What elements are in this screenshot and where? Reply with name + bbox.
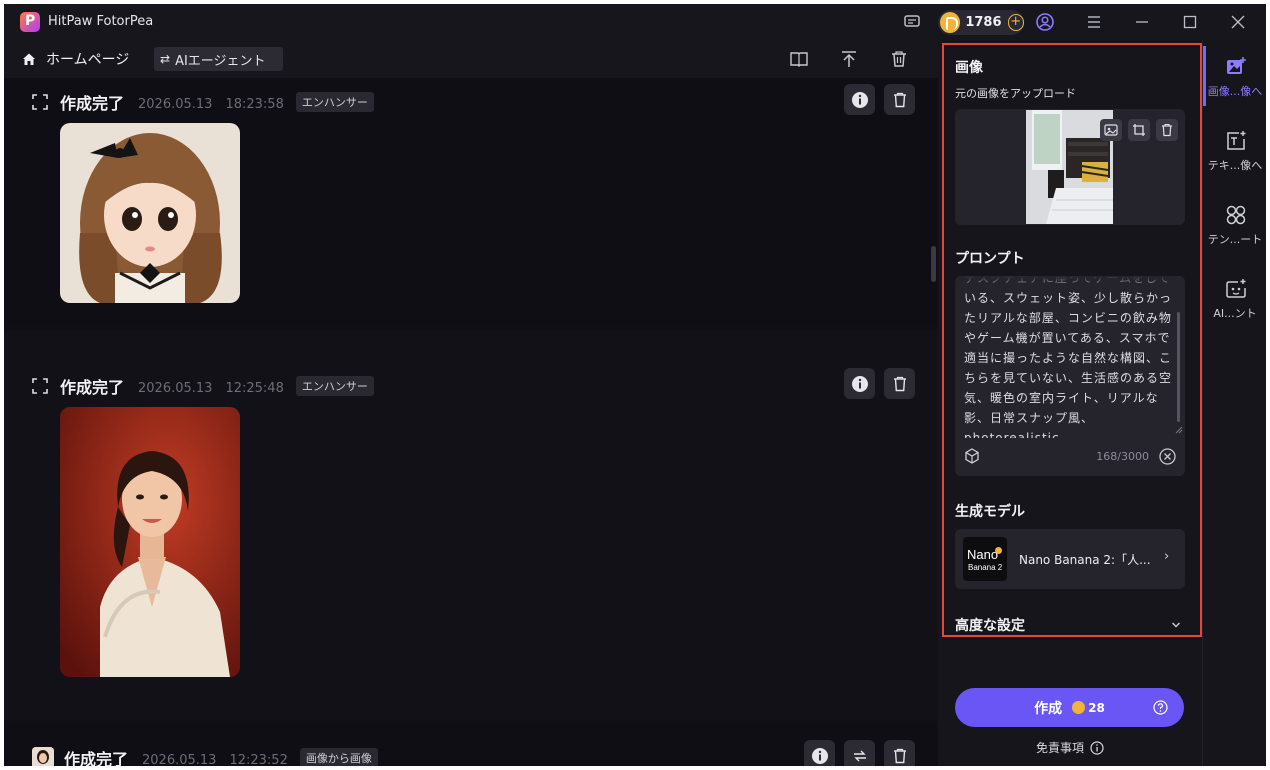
generate-label: 作成 [1034, 700, 1063, 717]
coin-icon [940, 12, 961, 33]
chevron-down-icon[interactable] [1171, 620, 1181, 630]
info-button[interactable] [844, 368, 875, 399]
sidebar-item-template[interactable]: テン...ート [1203, 194, 1266, 264]
history-area: ホームページ ⇄ AIエージェント 作成完了 2026.05.13 18:23:… [4, 40, 938, 766]
replace-image-icon[interactable] [1100, 119, 1122, 141]
generated-image-portrait[interactable] [60, 407, 240, 677]
prompt-enhance-icon[interactable] [964, 448, 980, 464]
card-thumbnail [32, 747, 54, 766]
card-tag: エンハンサー [295, 92, 374, 112]
model-section-title: 生成モデル [955, 504, 1025, 520]
home-link[interactable]: ホームページ [22, 49, 129, 69]
ai-agent-button[interactable]: ⇄ AIエージェント [154, 47, 283, 71]
settings-panel: 画像 元の画像をアップロード プロンプト いる、スウェット姿、少し散らかったリア… [938, 40, 1202, 766]
prompt-fade [955, 276, 1185, 290]
info-button[interactable] [804, 740, 835, 766]
prompt-footer: 168/3000 [955, 426, 1185, 476]
text-image-icon [1227, 131, 1246, 150]
model-selector[interactable]: Nano Banana 2 Nano Banana 2:「人... › [955, 529, 1185, 589]
app-title: HitPaw FotorPea [48, 14, 154, 29]
info-icon [1090, 740, 1104, 755]
model-logo-dot [995, 547, 1002, 554]
history-scrollbar[interactable] [931, 246, 936, 282]
ai-agent-label: AIエージェント [175, 53, 266, 69]
prompt-char-count: 168/3000 [1096, 450, 1149, 463]
title-bar: HitPaw FotorPea 1786 + [4, 4, 1266, 40]
history-card: 作成完了 2026.05.13 12:25:48 エンハンサー [4, 330, 938, 720]
crop-icon[interactable] [1128, 119, 1150, 141]
scroll-top-icon[interactable] [838, 48, 860, 70]
history-card: 作成完了 2026.05.13 12:23:52 画像から画像 [4, 724, 938, 766]
remove-image-icon[interactable] [1156, 119, 1178, 141]
add-credits-icon[interactable]: + [1007, 14, 1024, 31]
card-status: 作成完了 [60, 94, 125, 113]
card-tag: エンハンサー [295, 376, 374, 396]
minimize-icon[interactable] [1132, 12, 1152, 32]
generate-cost: 28 [1088, 700, 1105, 715]
home-icon [22, 52, 36, 66]
history-card: 作成完了 2026.05.13 18:23:58 エンハンサー [4, 78, 938, 326]
sidebar-item-image-to-image[interactable]: 画像...像へ [1203, 46, 1266, 116]
expand-icon[interactable] [32, 94, 48, 110]
model-logo-subtext: Banana 2 [968, 563, 1003, 572]
card-tag: 画像から画像 [299, 748, 378, 766]
generated-image-doll[interactable] [60, 123, 240, 303]
app-window: HitPaw FotorPea 1786 + [4, 4, 1266, 766]
home-label: ホームページ [46, 52, 130, 68]
prompt-textarea[interactable]: デスクチェアに座ってゲームをしている、スウェット姿、少し散らかったリアルな部屋、… [955, 276, 1185, 476]
sidebar-item-label: AI...ント [1213, 307, 1257, 320]
upload-area[interactable] [955, 109, 1185, 225]
close-icon[interactable] [1228, 12, 1248, 32]
generate-button[interactable]: 作成 28 [955, 688, 1184, 727]
disclaimer-link[interactable]: 免責事項 [1036, 739, 1104, 756]
sidebar-item-label: テキ...像へ [1207, 159, 1263, 172]
model-logo-text: Nano [967, 547, 999, 562]
card-status: 作成完了 [60, 378, 125, 397]
expand-icon[interactable] [32, 378, 48, 394]
guide-book-icon[interactable] [788, 48, 810, 70]
prompt-section-title: プロンプト [955, 251, 1025, 267]
feedback-icon[interactable] [902, 12, 922, 32]
app-logo-icon [20, 12, 40, 32]
menu-icon[interactable] [1084, 12, 1104, 32]
model-logo: Nano Banana 2 [963, 537, 1007, 581]
sidebar-item-label: 画像...像へ [1207, 85, 1263, 98]
sidebar-item-ai-agent[interactable]: AI...ント [1203, 268, 1266, 338]
prompt-text: デスクチェアに座ってゲームをしている、スウェット姿、少し散らかったリアルな部屋、… [964, 276, 1173, 445]
credits-count: 1786 [965, 15, 1002, 30]
help-icon[interactable] [1153, 700, 1168, 715]
tool-sidebar: 画像...像へ テキ...像へ テン...ート AI...ント [1202, 40, 1266, 766]
credits-badge[interactable]: 1786 + [938, 10, 1024, 35]
nav-bar: ホームページ ⇄ AIエージェント [4, 40, 938, 78]
upload-subtitle: 元の画像をアップロード [955, 87, 1076, 100]
info-button[interactable] [844, 84, 875, 115]
coin-icon [1072, 701, 1086, 714]
card-timestamp: 2026.05.13 18:23:58 [138, 96, 284, 112]
advanced-settings-title[interactable]: 高度な設定 [955, 615, 1025, 635]
sidebar-item-label: テン...ート [1207, 233, 1263, 246]
resize-handle-icon[interactable] [1175, 426, 1183, 434]
swap-icon: ⇄ [160, 52, 171, 66]
regenerate-button[interactable] [844, 740, 875, 766]
template-icon [1226, 205, 1246, 225]
chevron-right-icon: › [1164, 549, 1170, 564]
delete-button[interactable] [884, 740, 915, 766]
card-timestamp: 2026.05.13 12:23:52 [142, 752, 288, 767]
image-plus-icon [1227, 57, 1246, 74]
card-status: 作成完了 [64, 750, 129, 766]
ai-agent-icon [1226, 279, 1246, 298]
prompt-scrollbar[interactable] [1177, 312, 1180, 422]
clear-all-icon[interactable] [888, 48, 910, 70]
account-icon[interactable] [1035, 12, 1055, 32]
disclaimer-label: 免責事項 [1036, 741, 1085, 755]
image-section-title: 画像 [955, 60, 983, 76]
delete-button[interactable] [884, 368, 915, 399]
model-name: Nano Banana 2:「人... [1019, 553, 1151, 567]
delete-button[interactable] [884, 84, 915, 115]
clear-prompt-icon[interactable] [1159, 448, 1176, 465]
maximize-icon[interactable] [1180, 12, 1200, 32]
sidebar-item-text-to-image[interactable]: テキ...像へ [1203, 120, 1266, 190]
card-timestamp: 2026.05.13 12:25:48 [138, 380, 284, 396]
